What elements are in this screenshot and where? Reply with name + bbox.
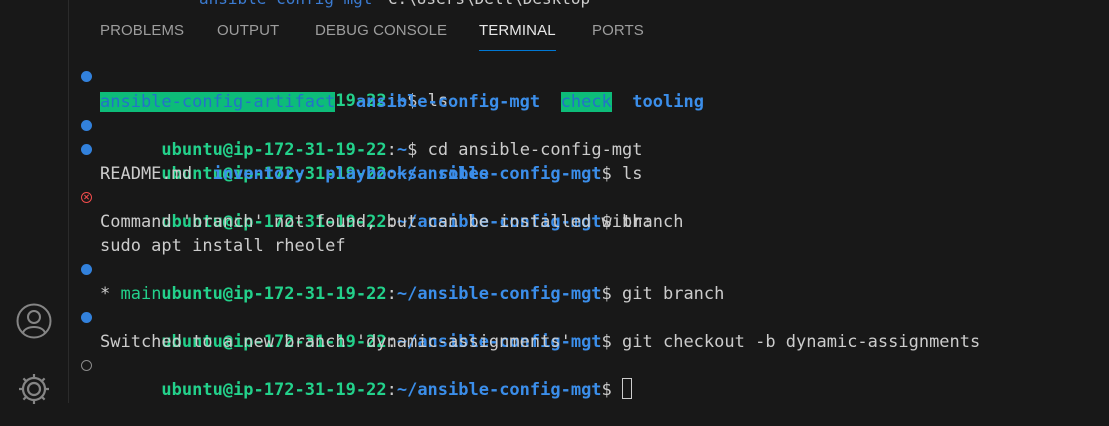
terminal-panel: ansible-config-mgt C:\Users\Dell\Desktop… [69,0,1109,403]
dir-entry: roles [437,164,490,184]
dir-entry: inventory [212,164,305,184]
tab-problems[interactable]: PROBLEMS [100,12,184,50]
tab-terminal[interactable]: TERMINAL [479,12,556,51]
panel-tabs: PROBLEMS OUTPUT DEBUG CONSOLE TERMINAL P… [69,12,1109,52]
terminal-line: ubuntu@ip-172-31-19-22:~$ cd ansible-con… [81,114,643,160]
terminal-output[interactable]: ubuntu@ip-172-31-19-22:~$ ls ansible-con… [69,64,1109,403]
command-success-icon[interactable] [81,264,92,275]
editor-fragment: ansible-config-mgt C:\Users\Dell\Desktop [69,0,1109,8]
file-entry: README.md [100,164,193,184]
fragment-path: ansible-config-mgt [199,0,372,8]
dir-entry: check [560,92,612,112]
command-success-icon[interactable] [81,71,92,82]
dir-entry: ansible-config-artifact [100,92,336,112]
command-success-icon[interactable] [81,144,92,155]
command-error-icon[interactable] [81,192,92,203]
terminal-line: ubuntu@ip-172-31-19-22:~/ansible-config-… [81,138,643,184]
terminal-line: Switched to a new branch 'dynamic-assign… [100,332,571,352]
dir-entry: ansible-config-mgt [355,92,541,112]
terminal-line: ubuntu@ip-172-31-19-22:~/ansible-config-… [81,258,724,304]
fragment-rest: C:\Users\Dell\Desktop [359,0,590,8]
terminal-line: Command 'branch' not found, but can be i… [100,212,653,232]
terminal-line: * main [100,284,162,304]
dir-entry: playbooks [325,164,418,184]
activity-bar [0,0,69,404]
terminal-line: ubuntu@ip-172-31-19-22:~/ansible-config-… [81,186,683,232]
terminal-line: ubuntu@ip-172-31-19-22:~/ansible-config-… [81,306,980,352]
dir-entry: tooling [632,92,704,112]
terminal-line: ansible-config-artifact ansible-config-m… [100,90,704,114]
terminal-line: README.md inventory playbooks roles [100,162,489,186]
gear-icon[interactable] [15,370,53,408]
command-pending-icon [81,360,92,371]
tab-ports[interactable]: PORTS [592,12,644,50]
command-success-icon[interactable] [81,312,92,323]
tab-output[interactable]: OUTPUT [217,12,279,50]
command-success-icon[interactable] [81,120,92,131]
current-branch: main [120,284,162,304]
terminal-prompt-line[interactable]: ubuntu@ip-172-31-19-22:~/ansible-config-… [81,354,633,400]
tab-debug-console[interactable]: DEBUG CONSOLE [315,12,447,50]
terminal-cursor [622,378,633,399]
terminal-line: ubuntu@ip-172-31-19-22:~$ ls [81,65,448,111]
terminal-line: sudo apt install rheolef [100,236,346,256]
account-icon[interactable] [15,302,53,340]
